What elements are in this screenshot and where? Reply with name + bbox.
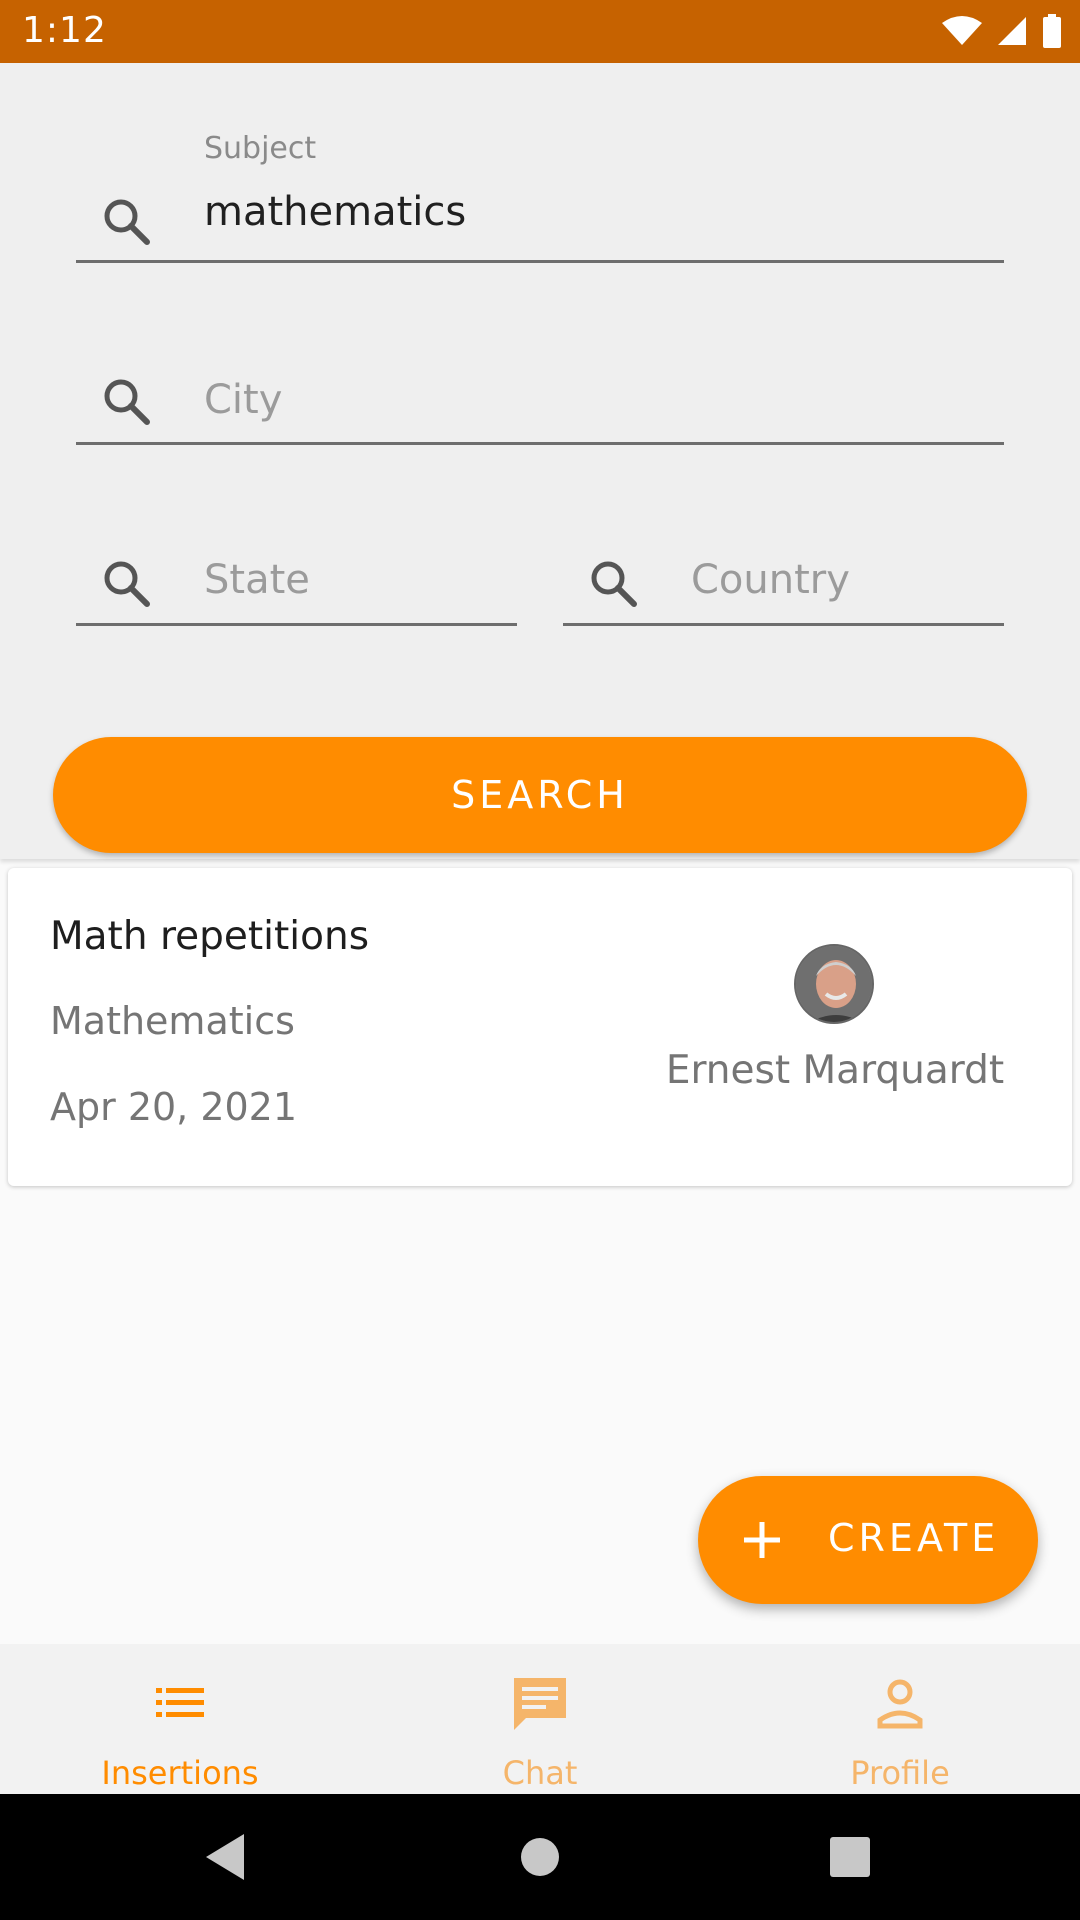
card-author: Ernest Marquardt (665, 1048, 1005, 1093)
status-bar: 1:12 (0, 0, 1080, 63)
nav-item-insertions[interactable]: Insertions (0, 1644, 360, 1794)
home-icon[interactable] (520, 1837, 560, 1877)
card-title: Math repetitions (50, 914, 370, 959)
city-field[interactable]: City (76, 363, 1004, 445)
city-input[interactable]: City (204, 377, 282, 423)
plus-icon (744, 1522, 780, 1558)
nav-label-chat: Chat (502, 1754, 578, 1792)
card-date: Apr 20, 2021 (50, 1085, 298, 1129)
search-icon (104, 199, 150, 245)
search-panel: Subject mathematics City State Country S… (0, 63, 1080, 859)
search-icon (104, 379, 150, 425)
recents-icon[interactable] (830, 1837, 870, 1877)
state-field[interactable]: State (76, 543, 517, 626)
create-button[interactable]: CREATE (698, 1476, 1038, 1604)
country-field[interactable]: Country (563, 543, 1004, 626)
list-icon (156, 1688, 204, 1717)
subject-label: Subject (204, 131, 317, 166)
search-icon (591, 561, 637, 607)
bottom-nav: Insertions Chat Profile (0, 1644, 1080, 1794)
search-button[interactable]: SEARCH (53, 737, 1027, 853)
avatar (794, 944, 874, 1024)
result-card[interactable]: Math repetitions Mathematics Apr 20, 202… (8, 868, 1072, 1186)
system-nav-bar (0, 1794, 1080, 1920)
status-time: 1:12 (22, 10, 107, 51)
signal-icon (998, 17, 1026, 45)
person-icon (877, 1679, 923, 1729)
card-subject: Mathematics (50, 999, 295, 1043)
battery-icon (1043, 14, 1061, 48)
back-icon[interactable] (204, 1832, 248, 1882)
subject-input[interactable]: mathematics (204, 189, 466, 235)
nav-label-insertions: Insertions (101, 1754, 259, 1792)
chat-icon (514, 1678, 566, 1730)
state-input[interactable]: State (204, 557, 310, 603)
country-input[interactable]: Country (691, 557, 850, 603)
nav-label-profile: Profile (850, 1754, 950, 1792)
subject-field[interactable]: Subject mathematics (76, 63, 1004, 263)
status-icons (942, 14, 1062, 48)
search-icon (104, 561, 150, 607)
wifi-icon (942, 16, 982, 45)
nav-item-profile[interactable]: Profile (720, 1644, 1080, 1794)
create-label: CREATE (828, 1516, 1000, 1560)
nav-item-chat[interactable]: Chat (360, 1644, 720, 1794)
